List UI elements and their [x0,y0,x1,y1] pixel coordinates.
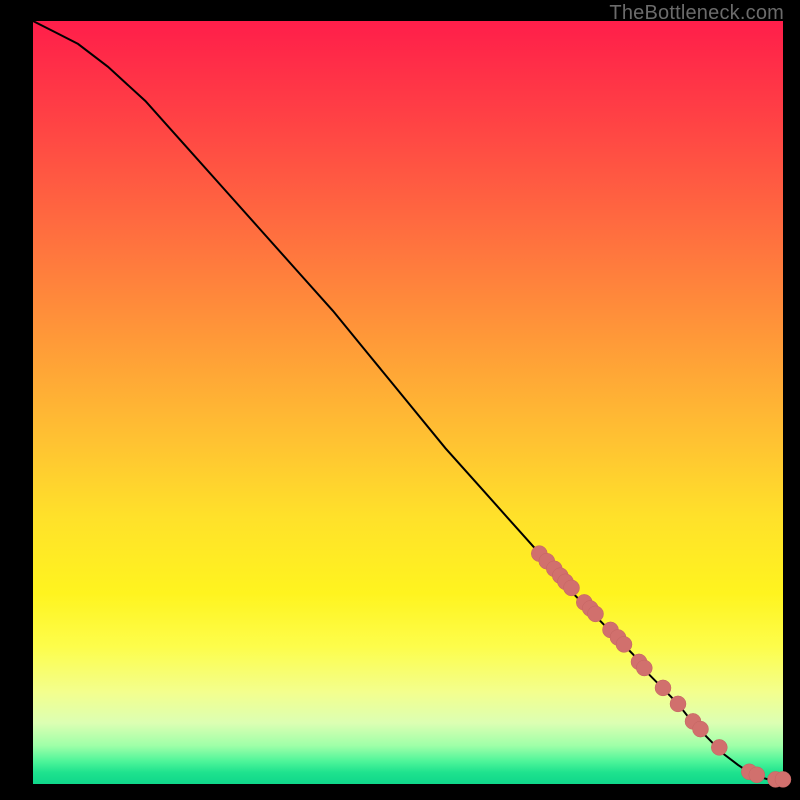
data-marker [711,739,727,755]
chart-svg [33,21,783,784]
chart-frame: TheBottleneck.com [0,0,800,800]
attribution-text: TheBottleneck.com [609,2,784,25]
data-marker [775,771,791,787]
data-marker [670,696,686,712]
data-marker [693,721,709,737]
data-marker [636,660,652,676]
data-marker [616,636,632,652]
data-marker [749,767,765,783]
data-marker [564,580,580,596]
curve-line [33,21,783,779]
data-marker [655,680,671,696]
marker-layer [531,546,791,788]
data-marker [588,606,604,622]
plot-area [33,21,783,784]
